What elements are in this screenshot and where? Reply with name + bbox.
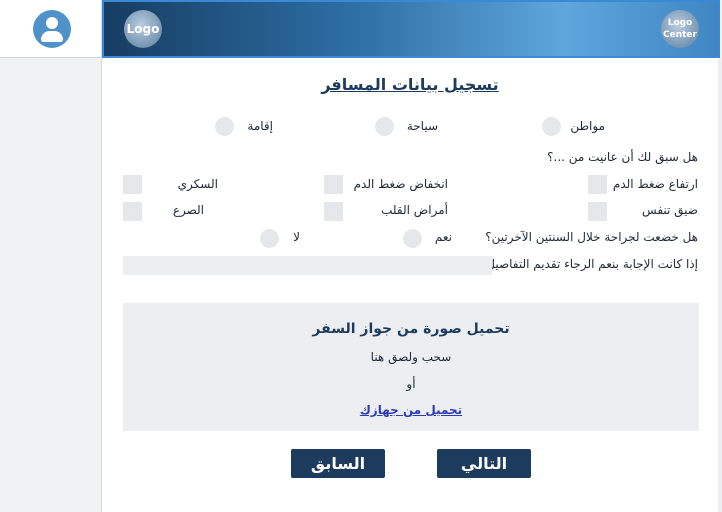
logo-left[interactable]: Logo [124,10,162,48]
avatar-body [41,31,63,42]
logo-center-line1: Logo [667,18,693,28]
traveler-form: تسجيل بيانات المسافر مواطن سياحة إقامة ه… [102,58,718,512]
upload-or-text: أو [406,377,416,391]
checkbox-heart[interactable] [324,202,343,221]
sidebar-header [0,0,101,58]
radio-label-tourism: سياحة [406,119,438,133]
radio-label-yes: نعم [434,230,452,244]
passport-upload-dropzone[interactable]: تحميل صورة من جواز السفر سحب ولصق هنا أو… [123,303,699,431]
logo-center[interactable]: Logo Center [661,10,699,48]
sidebar [0,0,102,512]
checkbox-label-breathing: ضيق تنفس [642,203,698,217]
details-input[interactable] [123,256,492,275]
radio-surgery-yes[interactable] [403,229,422,248]
checkbox-label-heart: أمراض القلب [381,203,448,217]
upload-title: تحميل صورة من جواز السفر [312,321,510,337]
previous-button[interactable]: السابق [291,449,385,478]
radio-label-citizen: مواطن [570,119,605,133]
logo-center-line2: Center [663,30,697,40]
surgery-question: هل خضعت لجراحة خلال السنتين الآخرتين؟ [485,230,698,244]
upload-drag-text: سحب ولصق هنا [370,350,452,364]
avatar-head [46,17,58,29]
radio-label-residence: إقامة [247,119,273,133]
checkbox-breathing[interactable] [588,202,607,221]
radio-citizen[interactable] [542,117,561,136]
checkbox-label-diabetes: السكري [177,177,218,191]
radio-surgery-no[interactable] [260,229,279,248]
upload-from-device-link[interactable]: تحميل من جهازك [123,403,699,417]
checkbox-high-bp[interactable] [588,175,607,194]
checkbox-low-bp[interactable] [324,175,343,194]
checkbox-epilepsy[interactable] [123,202,142,221]
right-edge-strip [718,58,722,512]
conditions-question: هل سبق لك أن عانيت من ...؟ [547,150,698,164]
details-label: إذا كانت الإجابة بنعم الرجاء تقديم التفا… [486,257,698,271]
logo-left-text: Logo [126,22,160,36]
checkbox-diabetes[interactable] [123,175,142,194]
radio-label-no: لا [293,230,300,244]
page-title: تسجيل بيانات المسافر [321,75,499,94]
user-avatar-icon[interactable] [33,10,71,48]
checkbox-label-epilepsy: الصرع [172,203,204,217]
checkbox-label-low-bp: انخفاض ضغط الدم [353,177,448,191]
radio-tourism[interactable] [375,117,394,136]
next-button[interactable]: التالي [437,449,531,478]
radio-residence[interactable] [215,117,234,136]
top-header: Logo Logo Center [102,0,720,58]
checkbox-label-high-bp: ارتفاع ضغط الدم [612,177,698,191]
